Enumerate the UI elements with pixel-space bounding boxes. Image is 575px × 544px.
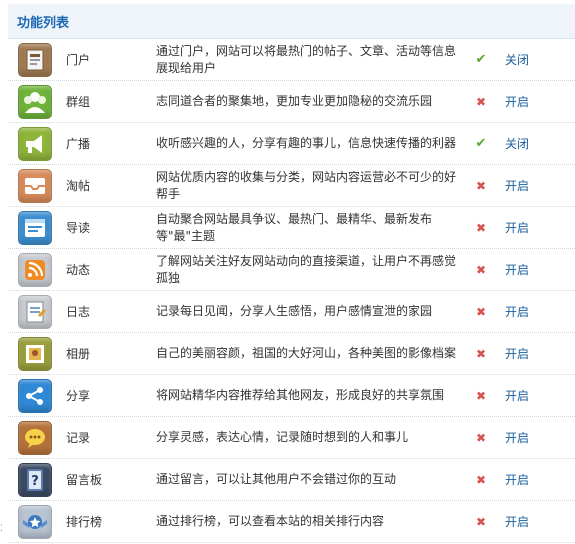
enable-feature-link[interactable]: 开启 [505, 303, 529, 320]
feature-list: 门户 通过门户，网站可以将最热门的帖子、文章、活动等信息展现给用户 ✔ 关闭 群组 志同道… [8, 39, 575, 543]
ranking-icon [18, 504, 52, 539]
feature-icon-cell [16, 378, 54, 413]
feature-description: 通过排行榜，可以查看本站的相关排行内容 [156, 514, 385, 528]
collection-icon [18, 168, 52, 203]
enable-feature-link[interactable]: 开启 [505, 219, 529, 236]
feature-row: 日志 记录每日见闻，分享人生感悟，用户感情宣泄的家园 ✖ 开启 [8, 291, 575, 333]
disabled-cross-icon: ✖ [475, 304, 487, 319]
enabled-check-icon: ✔ [475, 136, 487, 151]
feature-row: 淘帖 网站优质内容的收集与分类，网站内容运营必不可少的好帮手 ✖ 开启 [8, 165, 575, 207]
broadcast-icon [18, 126, 52, 161]
disabled-cross-icon: ✖ [475, 262, 487, 277]
enabled-check-icon: ✔ [475, 52, 487, 67]
feature-row: 导读 自动聚合网站最具争议、最热门、最精华、最新发布等"最"主题 ✖ 开启 [8, 207, 575, 249]
feature-description: 了解网站关注好友网站动向的直接渠道，让用户不再感觉孤独 [156, 253, 457, 285]
feature-name: 留言板 [66, 473, 103, 487]
feature-name: 广播 [66, 137, 91, 151]
enable-feature-link[interactable]: 开启 [505, 177, 529, 194]
group-icon [18, 84, 52, 119]
disabled-cross-icon: ✖ [475, 472, 487, 487]
disabled-cross-icon: ✖ [475, 430, 487, 445]
feature-name: 导读 [66, 221, 91, 235]
feature-icon-cell [16, 294, 54, 329]
feature-icon-cell [16, 42, 54, 77]
disabled-cross-icon: ✖ [475, 346, 487, 361]
feature-icon-cell [16, 126, 54, 161]
guide-icon [18, 210, 52, 245]
album-icon [18, 336, 52, 371]
feature-list-header: 功能列表 [8, 4, 575, 39]
enable-feature-link[interactable]: 开启 [505, 387, 529, 404]
disable-feature-link[interactable]: 关闭 [505, 135, 529, 152]
enable-feature-link[interactable]: 开启 [505, 429, 529, 446]
feature-row: 相册 自己的美丽容颜，祖国的大好河山，各种美图的影像档案 ✖ 开启 [8, 333, 575, 375]
feature-name: 群组 [66, 95, 91, 109]
feature-icon-cell [16, 504, 54, 539]
disable-feature-link[interactable]: 关闭 [505, 51, 529, 68]
guestbook-icon: ? [18, 462, 52, 497]
feature-row: 门户 通过门户，网站可以将最热门的帖子、文章、活动等信息展现给用户 ✔ 关闭 [8, 39, 575, 81]
disabled-cross-icon: ✖ [475, 220, 487, 235]
corner-mark: ⁚ [0, 524, 3, 534]
feature-name: 日志 [66, 305, 91, 319]
feature-icon-cell [16, 168, 54, 203]
feature-list-title: 功能列表 [17, 15, 70, 31]
feature-icon-cell [16, 336, 54, 371]
feature-name: 动态 [66, 263, 91, 277]
feature-description: 将网站精华内容推荐给其他网友，形成良好的共享氛围 [156, 388, 445, 402]
disabled-cross-icon: ✖ [475, 514, 487, 529]
diary-icon [18, 294, 52, 329]
share-icon [18, 378, 52, 413]
feature-row: 分享 将网站精华内容推荐给其他网友，形成良好的共享氛围 ✖ 开启 [8, 375, 575, 417]
feature-name: 门户 [66, 53, 91, 67]
feature-row: 记录 分享灵感，表达心情，记录随时想到的人和事儿 ✖ 开启 [8, 417, 575, 459]
feature-row: 广播 收听感兴趣的人，分享有趣的事儿，信息快速传播的利器 ✔ 关闭 [8, 123, 575, 165]
feature-name: 分享 [66, 389, 91, 403]
feature-name: 排行榜 [66, 515, 103, 529]
feed-icon [18, 252, 52, 287]
feature-icon-cell [16, 210, 54, 245]
feature-icon-cell [16, 252, 54, 287]
feature-description: 分享灵感，表达心情，记录随时想到的人和事儿 [156, 430, 409, 444]
enable-feature-link[interactable]: 开启 [505, 93, 529, 110]
feature-description: 志同道合者的聚集地，更加专业更加隐秘的交流乐园 [156, 94, 433, 108]
record-icon [18, 420, 52, 455]
feature-description: 收听感兴趣的人，分享有趣的事儿，信息快速传播的利器 [156, 136, 457, 150]
feature-name: 记录 [66, 431, 91, 445]
feature-description: 自己的美丽容颜，祖国的大好河山，各种美图的影像档案 [156, 346, 457, 360]
feature-description: 通过留言，可以让其他用户不会错过你的互动 [156, 472, 397, 486]
feature-list-panel: 功能列表 门户 通过门户，网站可以将最热门的帖子、文章、活动等信息展现给用户 ✔ 关闭… [8, 0, 575, 544]
feature-name: 淘帖 [66, 179, 91, 193]
disabled-cross-icon: ✖ [475, 388, 487, 403]
feature-description: 记录每日见闻，分享人生感悟，用户感情宣泄的家园 [156, 304, 433, 318]
svg-text:?: ? [31, 474, 39, 489]
feature-row: 动态 了解网站关注好友网站动向的直接渠道，让用户不再感觉孤独 ✖ 开启 [8, 249, 575, 291]
feature-icon-cell: ? [16, 462, 54, 497]
feature-name: 相册 [66, 347, 91, 361]
enable-feature-link[interactable]: 开启 [505, 513, 529, 530]
feature-description: 通过门户，网站可以将最热门的帖子、文章、活动等信息展现给用户 [156, 43, 457, 75]
disabled-cross-icon: ✖ [475, 178, 487, 193]
feature-description: 网站优质内容的收集与分类，网站内容运营必不可少的好帮手 [156, 169, 457, 201]
feature-row: 群组 志同道合者的聚集地，更加专业更加隐秘的交流乐园 ✖ 开启 [8, 81, 575, 123]
feature-row: 排行榜 通过排行榜，可以查看本站的相关排行内容 ✖ 开启 [8, 501, 575, 543]
enable-feature-link[interactable]: 开启 [505, 261, 529, 278]
feature-row: ? 留言板 通过留言，可以让其他用户不会错过你的互动 ✖ 开启 [8, 459, 575, 501]
portal-icon [18, 42, 52, 77]
feature-icon-cell [16, 84, 54, 119]
enable-feature-link[interactable]: 开启 [505, 471, 529, 488]
enable-feature-link[interactable]: 开启 [505, 345, 529, 362]
disabled-cross-icon: ✖ [475, 94, 487, 109]
feature-description: 自动聚合网站最具争议、最热门、最精华、最新发布等"最"主题 [156, 211, 433, 243]
feature-icon-cell [16, 420, 54, 455]
